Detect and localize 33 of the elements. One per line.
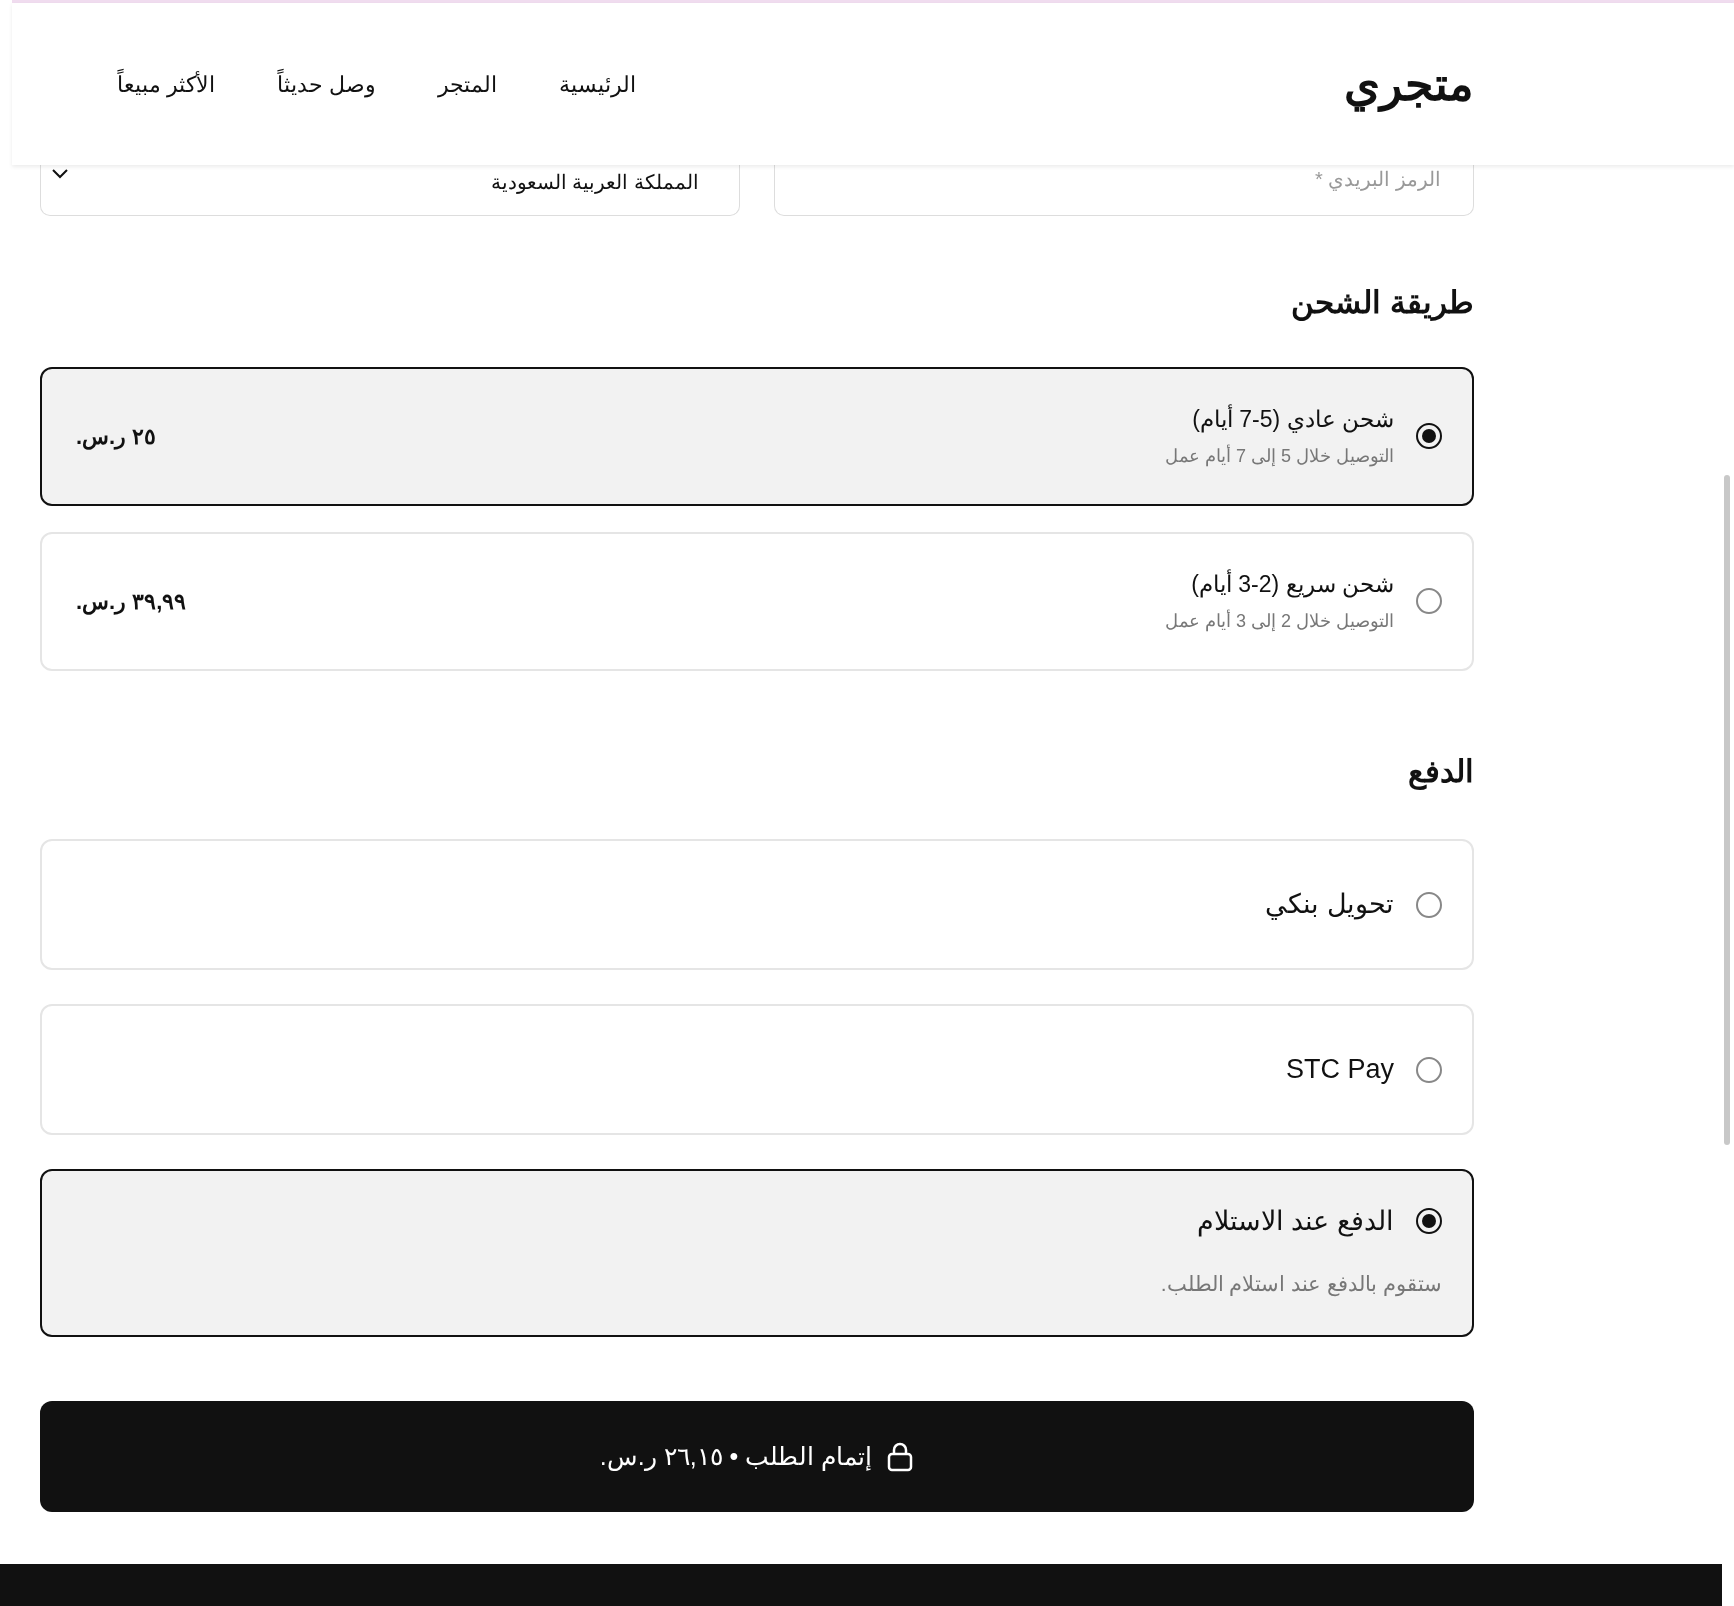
chevron-down-icon xyxy=(51,167,69,179)
radio-button[interactable] xyxy=(1416,423,1442,449)
section-heading: الدفع xyxy=(1407,752,1474,792)
option-price: ٢٥ ر.س. xyxy=(76,422,157,452)
nav-link[interactable]: الرئيسية xyxy=(559,67,637,101)
option-label: تحويل بنكي xyxy=(1265,888,1394,922)
option-label: شحن عادي (5-7 أيام) xyxy=(1191,403,1394,435)
shipping-option-card[interactable]: شحن عادي (5-7 أيام) التوصيل خلال 5 إلى 7 أيام عمل ٢٥ ر.س. xyxy=(40,366,1474,506)
nav-link[interactable]: وصل حديثاً xyxy=(277,67,377,101)
option-description: التوصيل خلال 2 إلى 3 أيام عمل xyxy=(1164,608,1394,634)
shipping-option-card[interactable]: شحن سريع (2-3 أيام) التوصيل خلال 2 إلى 3 أيام عمل ٣٩,٩٩ ر.س. xyxy=(40,531,1474,671)
option-label: STC Pay xyxy=(1285,1053,1394,1087)
place-order-button[interactable]: إتمام الطلب • ٢٦,١٥ ر.س. xyxy=(40,1401,1474,1512)
section-heading: طريقة الشحن xyxy=(1290,284,1474,323)
radio-button[interactable] xyxy=(1416,588,1442,614)
lock-icon xyxy=(886,1441,915,1472)
payment-option-card[interactable]: STC Pay xyxy=(40,1004,1474,1135)
radio-button[interactable] xyxy=(1416,1208,1442,1235)
payment-option-card[interactable]: الدفع عند الاستلام ستقوم بالدفع عند استلام الطلب. xyxy=(40,1169,1474,1337)
option-label: الدفع عند الاستلام xyxy=(1197,1205,1394,1239)
option-description: ستقوم بالدفع عند استلام الطلب. xyxy=(1159,1270,1442,1299)
option-label: شحن سريع (2-3 أيام) xyxy=(1190,568,1394,600)
radio-button[interactable] xyxy=(1416,1056,1442,1083)
nav-link[interactable]: المتجر xyxy=(438,67,498,101)
option-description: التوصيل خلال 5 إلى 7 أيام عمل xyxy=(1164,443,1394,469)
radio-button[interactable] xyxy=(1416,891,1442,918)
country-select[interactable]: المملكة العربية السعودية xyxy=(40,165,740,216)
option-price: ٣٩,٩٩ ر.س. xyxy=(76,587,187,617)
scrollbar-thumb[interactable] xyxy=(1724,475,1730,1145)
postal-code-field[interactable]: الرمز البريدي * xyxy=(774,165,1474,216)
nav-link[interactable]: الأكثر مبيعاً xyxy=(117,67,216,101)
payment-option-card[interactable]: تحويل بنكي xyxy=(40,839,1474,970)
store-logo[interactable]: متجري xyxy=(1344,49,1474,119)
